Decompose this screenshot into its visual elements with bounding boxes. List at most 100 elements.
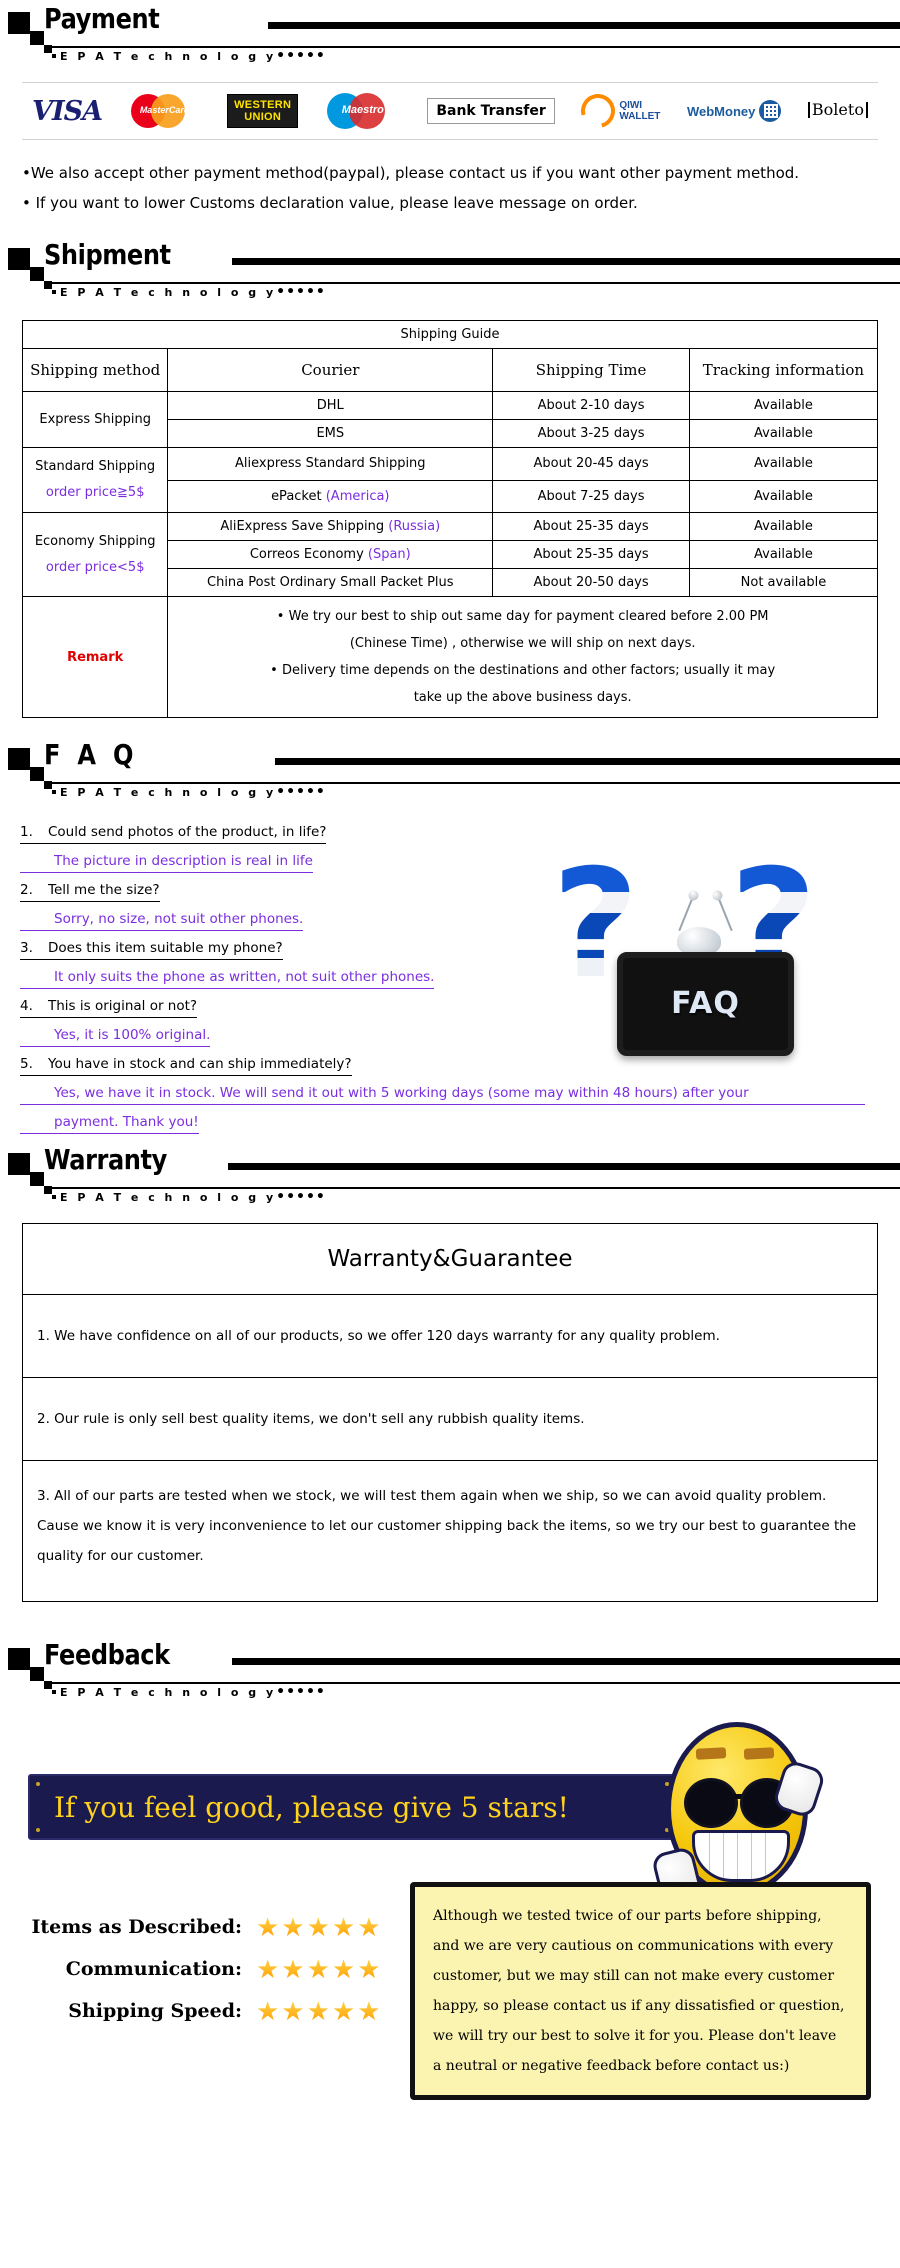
col-header-courier: Courier	[167, 348, 494, 392]
decor-square	[30, 267, 44, 281]
cell-tracking: Not available	[688, 568, 879, 597]
brand-dots: •••••	[276, 1189, 326, 1205]
decor-square	[52, 1690, 56, 1694]
faq-illustration: ? ? FAQ	[542, 832, 872, 1072]
payment-methods-strip: VISA MasterCard WESTERN UNION Maestro Ban…	[22, 82, 878, 140]
payment-note: •We also accept other payment method(pay…	[22, 164, 800, 182]
shipping-guide-title: Shipping Guide	[22, 320, 878, 349]
table-header-row: Shipping method Courier Shipping Time Tr…	[21, 348, 879, 392]
smiley-eyebrow	[695, 1747, 727, 1760]
cell-tracking: Available	[688, 512, 879, 541]
decor-square	[8, 248, 30, 270]
table-row: Shipping Guide	[22, 320, 878, 349]
faq-answer: payment. Thank you!	[20, 1112, 199, 1134]
section-header-payment: Payment E P A T e c h n o l o g y•••••	[0, 0, 900, 72]
section-title-feedback: Feedback	[44, 1638, 170, 1671]
header-rule-thick	[268, 22, 900, 29]
col-header-time: Shipping Time	[492, 348, 690, 392]
robot-head-icon	[677, 927, 721, 955]
cell-tracking: Available	[688, 479, 879, 513]
faq-answer: Yes, we have it in stock. We will send i…	[20, 1083, 865, 1105]
rating-stars: ★★★★★	[256, 1996, 383, 2026]
brand-subtitle-text: E P A T e c h n o l o g y	[60, 1191, 277, 1204]
rating-row: Shipping Speed: ★★★★★	[10, 1998, 383, 2024]
cell-time: About 7-25 days	[492, 479, 690, 513]
cell-time: About 20-45 days	[492, 447, 690, 481]
section-header-feedback: Feedback E P A T e c h n o l o g y•••••	[0, 1636, 900, 1708]
rating-stars: ★★★★★	[256, 1912, 383, 1942]
webmoney-logo: WebMoney	[687, 91, 782, 131]
brand-subtitle: E P A T e c h n o l o g y•••••	[60, 784, 326, 800]
table-row: Economy Shipping order price<5$ AliExpre…	[21, 512, 879, 597]
cell-courier: Aliexpress Standard Shipping	[167, 447, 494, 481]
faq-question: 1. Could send photos of the product, in l…	[20, 822, 327, 844]
rating-row: Communication: ★★★★★	[10, 1956, 383, 1982]
section-header-warranty: Warranty E P A T e c h n o l o g y•••••	[0, 1141, 900, 1213]
warranty-item: 2. Our rule is only sell best quality it…	[23, 1378, 877, 1461]
cell-time: About 20-50 days	[492, 568, 690, 597]
shipping-guide-table-wrap: Shipping Guide Shipping method Courier S…	[21, 320, 879, 718]
decor-square	[44, 45, 52, 53]
decor-square	[8, 1648, 30, 1670]
brand-subtitle-text: E P A T e c h n o l o g y	[60, 286, 277, 299]
feedback-note-text: Although we tested twice of our parts be…	[433, 1908, 845, 2074]
feedback-content: If you feel good, please give 5 stars! I…	[0, 1714, 900, 2134]
rating-label: Items as Described:	[31, 1916, 242, 1938]
mastercard-logo: MasterCard	[129, 91, 201, 131]
decor-square	[52, 1195, 56, 1199]
smiley-face-icon	[648, 1722, 827, 1905]
remark-line: take up the above business days.	[413, 690, 632, 705]
section-title-payment: Payment	[44, 2, 160, 35]
cell-time: About 25-35 days	[492, 512, 690, 541]
header-rule-thick	[232, 1658, 900, 1665]
product-description-page: Payment E P A T e c h n o l o g y••••• V…	[0, 0, 900, 2134]
cell-courier: EMS	[167, 419, 494, 448]
remark-line: (Chinese Time) , otherwise we will ship …	[349, 636, 696, 651]
header-rule-thick	[228, 1163, 900, 1170]
decor-square	[52, 54, 56, 58]
smiley-eyebrow	[743, 1747, 775, 1760]
remark-line: • Delivery time depends on the destinati…	[270, 663, 776, 678]
remark-line: • We try our best to ship out same day f…	[276, 609, 769, 624]
decor-square	[8, 12, 30, 34]
boleto-logo: Boleto	[807, 91, 868, 131]
webmoney-globe-icon	[759, 100, 782, 122]
shipping-guide-table: Shipping Guide Shipping method Courier S…	[21, 320, 879, 718]
section-title-faq: F A Q	[44, 738, 138, 771]
faq-question: 4. This is original or not?	[20, 996, 198, 1018]
faq-answer: It only suits the phone as written, not …	[20, 967, 435, 989]
faq-question: 5. You have in stock and can ship immedia…	[20, 1054, 352, 1076]
cell-method: Express Shipping	[21, 391, 169, 448]
qiwi-wallet-logo: QIWI WALLET	[575, 87, 660, 135]
brand-subtitle: E P A T e c h n o l o g y•••••	[60, 284, 326, 300]
brand-subtitle: E P A T e c h n o l o g y•••••	[60, 48, 326, 64]
brand-subtitle-text: E P A T e c h n o l o g y	[60, 786, 277, 799]
decor-square	[8, 748, 30, 770]
cell-remark-body: • We try our best to ship out same day f…	[167, 596, 878, 718]
ratings-list: Items as Described: ★★★★★ Communication:…	[10, 1914, 383, 2040]
brand-subtitle: E P A T e c h n o l o g y•••••	[60, 1189, 326, 1205]
decor-square	[52, 290, 56, 294]
cell-remark-label: Remark	[21, 596, 169, 718]
brand-dots: •••••	[276, 48, 326, 64]
section-header-shipment: Shipment E P A T e c h n o l o g y•••••	[0, 236, 900, 308]
section-title-shipment: Shipment	[44, 238, 171, 271]
faq-answer: Sorry, no size, not suit other phones.	[20, 909, 304, 931]
decor-square	[30, 1172, 44, 1186]
decor-square	[44, 281, 52, 289]
decor-square	[30, 31, 44, 45]
table-row: Remark • We try our best to ship out sam…	[21, 596, 878, 718]
warranty-title: Warranty&Guarantee	[23, 1224, 877, 1295]
decor-square	[30, 1667, 44, 1681]
faq-answer: Yes, it is 100% original.	[20, 1025, 211, 1047]
brand-dots: •••••	[276, 784, 326, 800]
col-header-method: Shipping method	[21, 348, 169, 392]
cell-method: Standard Shipping order price≧5$	[21, 447, 169, 513]
rating-stars: ★★★★★	[256, 1954, 383, 1984]
rating-label: Shipping Speed:	[68, 2000, 242, 2022]
warranty-item: 3. All of our parts are tested when we s…	[37, 1488, 857, 1564]
feedback-banner: If you feel good, please give 5 stars!	[28, 1774, 677, 1840]
qiwi-ring-icon	[575, 87, 622, 135]
rating-row: Items as Described: ★★★★★	[10, 1914, 383, 1940]
cell-tracking: Available	[688, 391, 879, 420]
